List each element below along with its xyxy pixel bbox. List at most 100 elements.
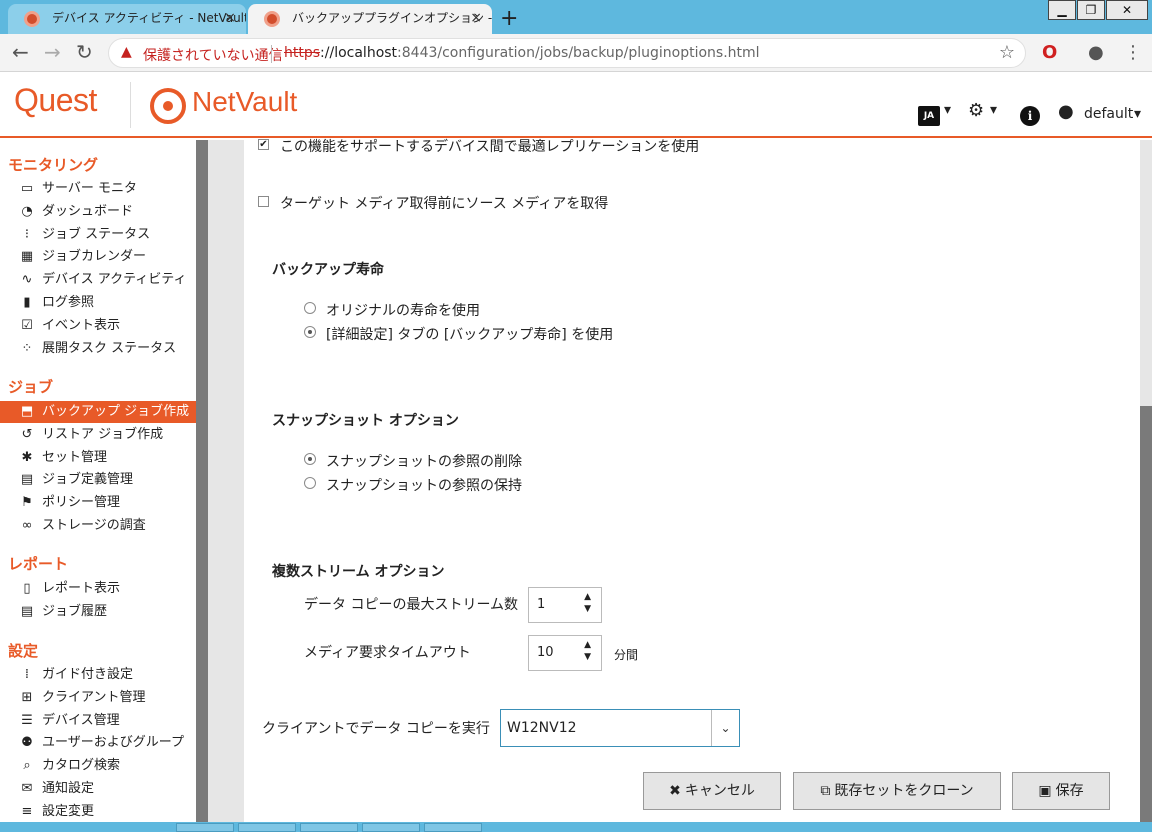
window-minimize-button[interactable]: ▁ — [1048, 0, 1076, 20]
info-icon[interactable]: i — [1020, 106, 1040, 126]
taskbar-item[interactable] — [300, 823, 358, 832]
tab-close-icon[interactable]: × — [470, 4, 482, 32]
taskbar-item[interactable] — [362, 823, 420, 832]
language-caret-icon[interactable]: ▾ — [944, 102, 951, 118]
tools-caret-icon[interactable]: ▾ — [990, 102, 997, 118]
replication-checkbox[interactable]: ✔ — [258, 139, 269, 150]
url-text[interactable]: https://localhost:8443/configuration/job… — [284, 45, 760, 61]
url-scheme: https — [284, 45, 321, 61]
user-icon[interactable]: ● — [1058, 101, 1074, 122]
user-caret-icon[interactable]: ▾ — [1134, 106, 1141, 122]
profile-icon[interactable]: ● — [1088, 42, 1104, 63]
sidebar-item[interactable]: ∿ デバイス アクティビティ — [0, 269, 196, 291]
client-select-value: W12NV12 — [507, 720, 577, 736]
opera-extension-icon[interactable]: O — [1042, 42, 1057, 63]
tools-gear-icon[interactable]: ⚙ — [968, 100, 984, 121]
sidebar-item-label: ジョブ ステータス — [42, 227, 151, 242]
log-icon: ▮ — [23, 295, 31, 310]
monitor-icon: ▭ — [20, 181, 34, 196]
taskbar-item[interactable] — [238, 823, 296, 832]
browser-tab-plugin-options[interactable]: バックアッププラグインオプション - Net × — [248, 4, 492, 34]
sidebar-item[interactable]: ∞ ストレージの調査 — [0, 515, 196, 537]
cancel-button-label: キャンセル — [684, 783, 755, 799]
event-icon: ☑ — [21, 318, 33, 333]
sidebar-item-label: 通知設定 — [42, 781, 95, 796]
sidebar-item[interactable]: ≡ 設定変更 — [0, 801, 196, 823]
sidebar-item[interactable]: ✱ セット管理 — [0, 447, 196, 469]
sidebar-item[interactable]: ✉ 通知設定 — [0, 778, 196, 800]
activity-icon: ∿ — [21, 272, 33, 287]
forward-arrow-icon[interactable]: → — [44, 40, 61, 64]
backup-icon: ⬒ — [20, 404, 34, 419]
sidebar-item[interactable]: ⊞ クライアント管理 — [0, 687, 196, 709]
sidebar-item[interactable]: ↺ リストア ジョブ作成 — [0, 424, 196, 446]
sidebar-item-label: デバイス アクティビティ — [42, 272, 187, 287]
source-media-checkbox[interactable] — [258, 196, 269, 207]
url-path: :8443/configuration/jobs/backup/pluginop… — [397, 45, 760, 61]
sidebar-item[interactable]: ⁝ ジョブ ステータス — [0, 224, 196, 246]
snapshot-retain-label: スナップショットの参照の保持 — [326, 478, 522, 494]
client-select[interactable]: W12NV12 ⌄ — [500, 709, 740, 747]
browser-menu-icon[interactable]: ⋮ — [1124, 42, 1142, 63]
bookmark-star-icon[interactable]: ☆ — [999, 42, 1015, 63]
sidebar-item[interactable]: ⚑ ポリシー管理 — [0, 492, 196, 514]
language-selector[interactable]: JA — [918, 106, 940, 126]
main-scrollbar-thumb[interactable] — [1140, 406, 1152, 832]
snapshot-delete-radio[interactable] — [304, 453, 316, 465]
taskbar-item[interactable] — [176, 823, 234, 832]
lifetime-advanced-label: [詳細設定] タブの [バックアップ寿命] を使用 — [326, 327, 614, 343]
client-icon: ⊞ — [21, 690, 33, 705]
sidebar-item[interactable]: ⌕ カタログ検索 — [0, 755, 196, 777]
sidebar-item-label: 展開タスク ステータス — [42, 341, 177, 356]
job-def-icon: ▤ — [20, 472, 34, 487]
tab-close-icon[interactable]: × — [224, 4, 236, 32]
sidebar-item[interactable]: ▦ ジョブカレンダー — [0, 246, 196, 268]
save-button[interactable]: ▣ 保存 — [1012, 772, 1110, 810]
dashboard-icon: ◔ — [21, 204, 33, 219]
snapshot-retain-radio[interactable] — [304, 477, 316, 489]
save-disk-icon: ▣ — [1038, 783, 1052, 799]
sidebar-item[interactable]: ⁞ ガイド付き設定 — [0, 664, 196, 686]
window-maximize-button[interactable]: ❐ — [1077, 0, 1105, 20]
browser-tab-device-activity[interactable]: デバイス アクティビティ - NetVault × — [8, 4, 246, 34]
tab-title: バックアッププラグインオプション - Net — [292, 11, 492, 25]
sidebar-item[interactable]: ◔ ダッシュボード — [0, 201, 196, 223]
sidebar-item[interactable]: ⚉ ユーザーおよびグループ — [0, 732, 196, 754]
sidebar-item[interactable]: ⁘ 展開タスク ステータス — [0, 338, 196, 360]
sidebar-item-label: カタログ検索 — [42, 758, 121, 773]
app-header: Quest NetVault JA ▾ ⚙ ▾ i ● default ▾ — [0, 72, 1152, 138]
cancel-button[interactable]: ✖ キャンセル — [643, 772, 781, 810]
sidebar-item[interactable]: ☑ イベント表示 — [0, 315, 196, 337]
reload-icon[interactable]: ↻ — [76, 40, 93, 64]
lifetime-title: バックアップ寿命 — [272, 262, 384, 278]
chevron-down-icon[interactable]: ⌄ — [711, 710, 739, 746]
max-streams-stepper[interactable]: 1 ▲ ▼ — [528, 587, 602, 623]
browser-toolbar: ← → ↻ ▲ 保護されていない通信 https://localhost:844… — [0, 34, 1152, 72]
sidebar-item-label: ダッシュボード — [42, 204, 134, 219]
sidebar-item[interactable]: ⬒ バックアップ ジョブ作成 — [0, 401, 196, 423]
clone-set-button[interactable]: ⧉ 既存セットをクローン — [793, 772, 1001, 810]
stepper-arrows-icon[interactable]: ▲ ▼ — [584, 591, 591, 615]
new-tab-button[interactable]: + — [500, 6, 518, 31]
lifetime-original-radio[interactable] — [304, 302, 316, 314]
back-arrow-icon[interactable]: ← — [12, 40, 29, 64]
multistream-title: 複数ストリーム オプション — [272, 564, 445, 580]
lifetime-advanced-radio[interactable] — [304, 326, 316, 338]
catalog-search-icon: ⌕ — [23, 758, 31, 773]
media-timeout-stepper[interactable]: 10 ▲ ▼ — [528, 635, 602, 671]
sidebar-item[interactable]: ☰ デバイス管理 — [0, 710, 196, 732]
clone-button-label: 既存セットをクローン — [834, 783, 974, 799]
window-close-button[interactable]: ✕ — [1106, 0, 1148, 20]
sidebar-item[interactable]: ▤ ジョブ履歴 — [0, 601, 196, 623]
user-menu[interactable]: default — [1084, 106, 1133, 122]
snapshot-delete-label: スナップショットの参照の削除 — [326, 454, 522, 470]
sidebar-scrollbar[interactable] — [196, 140, 208, 832]
sidebar-item[interactable]: ▮ ログ参照 — [0, 292, 196, 314]
stepper-arrows-icon[interactable]: ▲ ▼ — [584, 639, 591, 663]
sidebar-item[interactable]: ▤ ジョブ定義管理 — [0, 469, 196, 491]
sidebar-item[interactable]: ▭ サーバー モニタ — [0, 178, 196, 200]
taskbar-item[interactable] — [424, 823, 482, 832]
sidebar-item[interactable]: ▯ レポート表示 — [0, 578, 196, 600]
address-bar[interactable]: ▲ 保護されていない通信 https://localhost:8443/conf… — [108, 38, 1026, 68]
lifetime-original-label: オリジナルの寿命を使用 — [326, 303, 480, 319]
